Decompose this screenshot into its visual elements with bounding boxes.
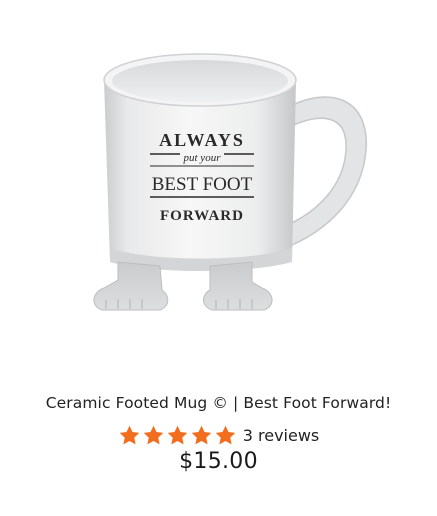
mug-text-line-1: ALWAYS (159, 130, 245, 150)
mug-text-line-2: put your (183, 152, 222, 164)
mug-text-line-4: FORWARD (160, 208, 244, 224)
product-price: $15.00 (179, 449, 258, 474)
product-card[interactable]: ALWAYS put your BEST FOOT FORWARD Cerami… (0, 0, 437, 516)
star-icon (119, 425, 140, 445)
rating-row[interactable]: 3 reviews (0, 424, 437, 447)
product-title[interactable]: Ceramic Footed Mug © | Best Foot Forward… (0, 394, 437, 412)
star-icon (143, 425, 164, 445)
star-icon (191, 425, 212, 445)
mug-illustration: ALWAYS put your BEST FOOT FORWARD (93, 53, 367, 311)
reviews-link[interactable]: 3 reviews (243, 426, 320, 445)
star-rating (118, 424, 237, 447)
product-image[interactable]: ALWAYS put your BEST FOOT FORWARD (0, 0, 437, 370)
mug-text-line-3: BEST FOOT (152, 174, 253, 195)
star-icon (167, 425, 188, 445)
star-icon (215, 425, 236, 445)
